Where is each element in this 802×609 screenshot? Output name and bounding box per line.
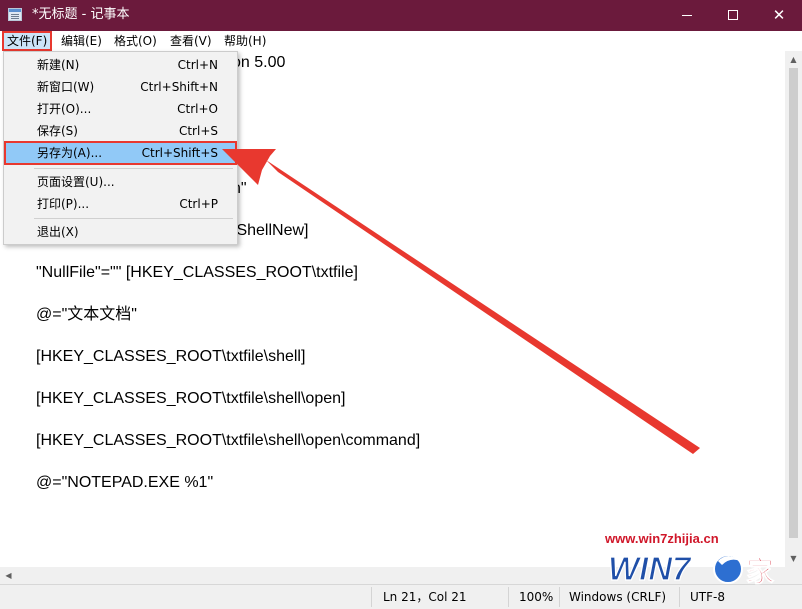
status-bar: Ln 21，Col 21 100% Windows (CRLF) UTF-8: [0, 584, 802, 609]
menu-edit[interactable]: 编辑(E): [59, 33, 104, 49]
menu-item-label: 新建(N): [37, 58, 80, 72]
notepad-icon[interactable]: [8, 8, 22, 21]
scroll-up-icon[interactable]: ▲: [785, 51, 802, 68]
menu-item-label: 页面设置(U)...: [37, 175, 115, 189]
menu-item-shortcut: Ctrl+P: [179, 197, 218, 211]
scrollbar-corner: [785, 567, 802, 584]
editor-line: [HKEY_CLASSES_ROOT\txtfile\shell\open]: [36, 390, 346, 407]
menu-separator: [34, 168, 233, 169]
encoding: UTF-8: [690, 590, 725, 604]
menu-item-open[interactable]: 打开(O)... Ctrl+O: [5, 98, 236, 120]
menu-item-shortcut: Ctrl+Shift+S: [141, 146, 218, 160]
window-title: *无标题 - 记事本: [32, 7, 130, 22]
scroll-down-icon[interactable]: ▼: [785, 550, 802, 567]
status-separator: [559, 587, 560, 607]
watermark-logo-icon: WIN7 家: [607, 549, 774, 587]
menu-item-label: 退出(X): [37, 225, 79, 239]
menu-item-save-as[interactable]: 另存为(A)... Ctrl+Shift+S: [4, 141, 237, 165]
close-button[interactable]: ✕: [756, 0, 802, 31]
scroll-left-icon[interactable]: ◀: [0, 567, 17, 584]
editor-line: [HKEY_CLASSES_ROOT\txtfile\shell\open\co…: [36, 432, 421, 449]
menu-item-save[interactable]: 保存(S) Ctrl+S: [5, 120, 236, 142]
menu-item-shortcut: Ctrl+O: [177, 102, 218, 116]
title-bar[interactable]: *无标题 - 记事本 ✕: [0, 0, 802, 31]
menu-item-shortcut: Ctrl+Shift+N: [140, 80, 218, 94]
cursor-position: Ln 21，Col 21: [383, 590, 467, 604]
editor-line: @="NOTEPAD.EXE %1": [36, 474, 214, 491]
menu-bar: 编辑(E) 格式(O) 查看(V) 帮助(H): [0, 31, 802, 51]
menu-item-shortcut: Ctrl+S: [178, 124, 218, 138]
menu-item-shortcut: Ctrl+N: [177, 58, 218, 72]
menu-view[interactable]: 查看(V): [168, 33, 214, 49]
status-separator: [679, 587, 680, 607]
menu-item-print[interactable]: 打印(P)... Ctrl+P: [5, 193, 236, 215]
watermark-url: www.win7zhijia.cn: [605, 531, 719, 546]
editor-line-fragment: on 5.00: [232, 54, 286, 71]
menu-item-label: 保存(S): [37, 124, 78, 138]
editor-line: @="文本文档": [36, 306, 137, 323]
line-ending: Windows (CRLF): [569, 590, 667, 604]
status-separator: [371, 587, 372, 607]
menu-item-page-setup[interactable]: 页面设置(U)...: [5, 171, 236, 193]
menu-file[interactable]: 文件(F): [5, 33, 49, 49]
menu-separator: [34, 218, 233, 219]
menu-item-label: 打开(O)...: [37, 102, 92, 116]
vertical-scrollbar[interactable]: ▲ ▼: [785, 51, 802, 567]
close-icon: ✕: [772, 6, 786, 24]
editor-line: "NullFile"="" [HKEY_CLASSES_ROOT\txtfile…: [36, 264, 358, 281]
maximize-button[interactable]: [710, 0, 756, 31]
menu-item-label: 打印(P)...: [37, 197, 90, 211]
zoom-level: 100%: [519, 590, 554, 604]
file-menu-dropdown: 新建(N) Ctrl+N 新窗口(W) Ctrl+Shift+N 打开(O)..…: [3, 51, 238, 245]
menu-item-exit[interactable]: 退出(X): [5, 221, 236, 243]
menu-item-new-window[interactable]: 新窗口(W) Ctrl+Shift+N: [5, 76, 236, 98]
menu-item-new[interactable]: 新建(N) Ctrl+N: [5, 54, 236, 76]
editor-line-fragment: \ShellNew]: [232, 222, 309, 239]
status-separator: [508, 587, 509, 607]
editor-line: [HKEY_CLASSES_ROOT\txtfile\shell]: [36, 348, 306, 365]
watermark-logo-text: WIN7: [608, 550, 692, 587]
menu-help[interactable]: 帮助(H): [222, 33, 268, 49]
menu-item-label: 另存为(A)...: [37, 146, 103, 160]
menu-item-label: 新窗口(W): [37, 80, 95, 94]
watermark-logo-suffix: 家: [746, 555, 774, 587]
minimize-button[interactable]: [664, 0, 710, 31]
scroll-thumb[interactable]: [789, 68, 798, 538]
menu-format[interactable]: 格式(O): [112, 33, 159, 49]
